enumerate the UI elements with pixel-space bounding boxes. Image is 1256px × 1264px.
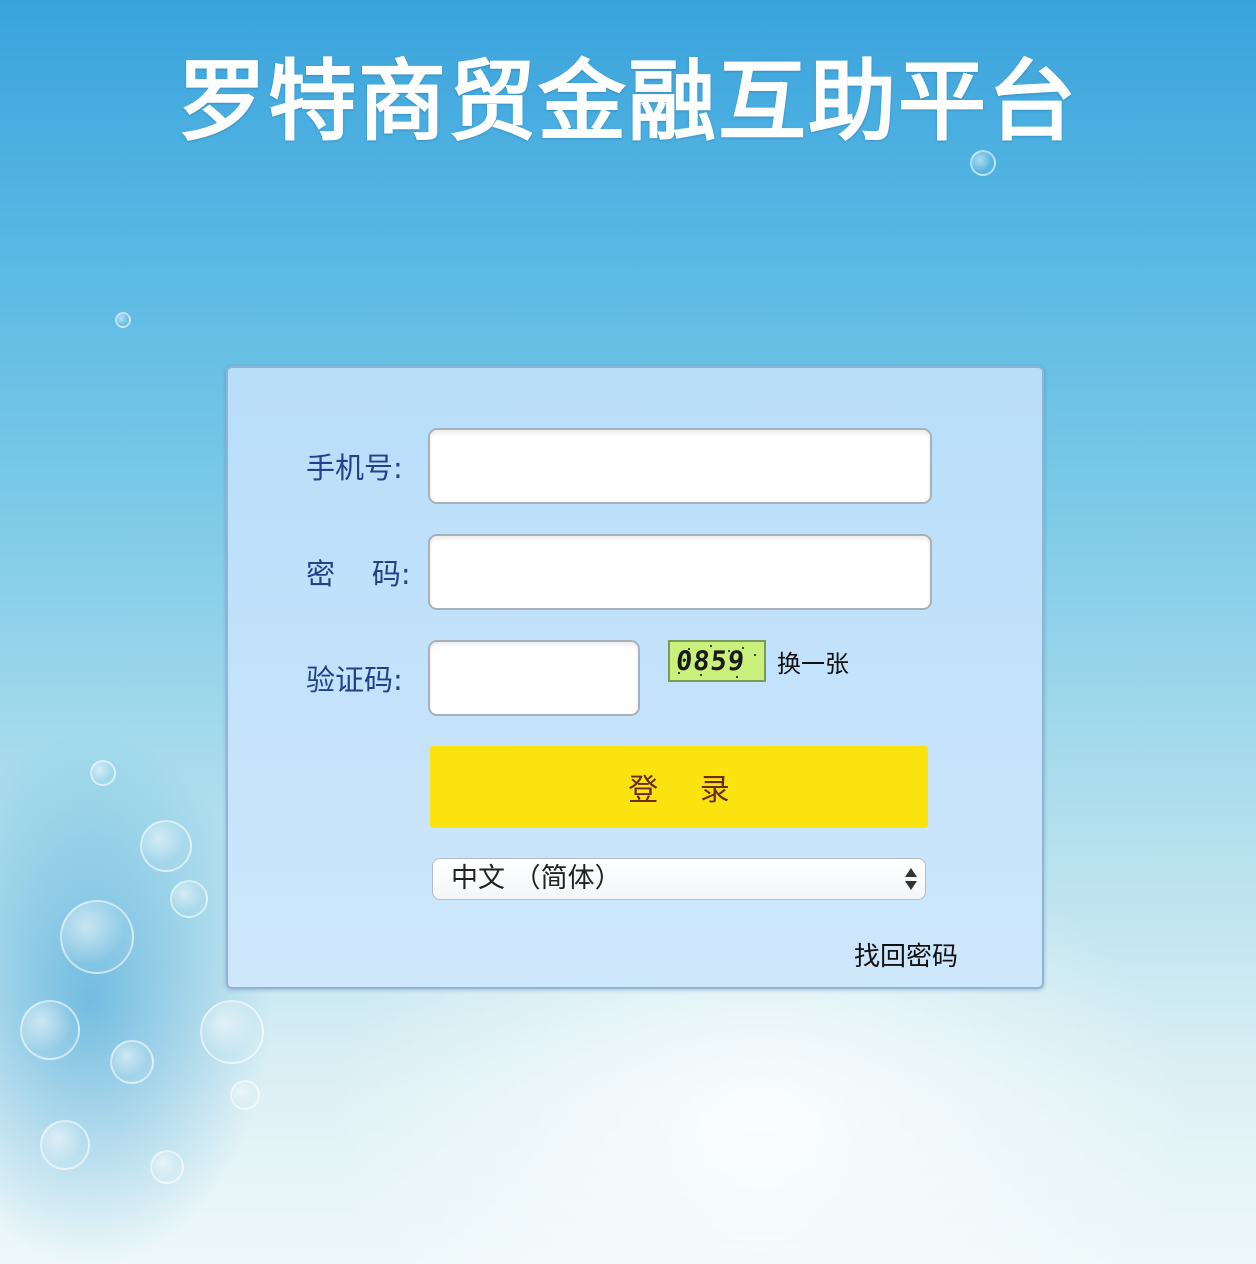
captcha-image[interactable]: 0859 [668, 640, 766, 682]
login-panel: 手机号: 密 码: 验证码: 0859 换一张 登 录 中文 （简体） 找回密码 [226, 366, 1044, 989]
captcha-noise-dot [742, 647, 744, 649]
language-select-value: 中文 （简体） [451, 863, 622, 894]
captcha-input[interactable] [428, 640, 640, 716]
background-bubble [20, 1000, 80, 1060]
captcha-noise-dot [710, 645, 712, 647]
phone-label: 手机号: [306, 451, 403, 485]
phone-input[interactable] [428, 428, 932, 504]
captcha-noise-dot [754, 654, 756, 656]
password-input[interactable] [428, 534, 932, 610]
login-button[interactable]: 登 录 [430, 746, 928, 828]
forgot-password-link[interactable]: 找回密码 [854, 936, 958, 973]
background-bubble [970, 150, 996, 176]
background-bubble [170, 880, 208, 918]
background-bubble [115, 312, 131, 328]
background-bubble [200, 1000, 264, 1064]
password-label: 密 码: [306, 557, 411, 591]
refresh-captcha-link[interactable]: 换一张 [777, 644, 849, 679]
background-bubble [40, 1120, 90, 1170]
background-bubble [230, 1080, 260, 1110]
background-bubble [150, 1150, 184, 1184]
select-arrows-icon [905, 866, 917, 894]
background-bubble [140, 820, 192, 872]
background-bubble [90, 760, 116, 786]
arrow-up-icon [905, 868, 917, 877]
captcha-noise-dot [728, 650, 730, 652]
background-bubble [60, 900, 134, 974]
captcha-image-text: 0859 [674, 646, 747, 677]
background-bubble [110, 1040, 154, 1084]
language-select[interactable]: 中文 （简体） [432, 858, 926, 900]
captcha-label: 验证码: [306, 663, 403, 697]
arrow-down-icon [905, 881, 917, 890]
captcha-noise-dot [736, 676, 738, 678]
page-title: 罗特商贸金融互助平台 [177, 50, 1078, 153]
captcha-noise-dot [688, 648, 690, 650]
captcha-noise-dot [678, 672, 680, 674]
login-page: { "header": { "title": "罗特商贸金融互助平台" }, "… [0, 0, 1256, 1264]
captcha-noise-dot [700, 674, 702, 676]
